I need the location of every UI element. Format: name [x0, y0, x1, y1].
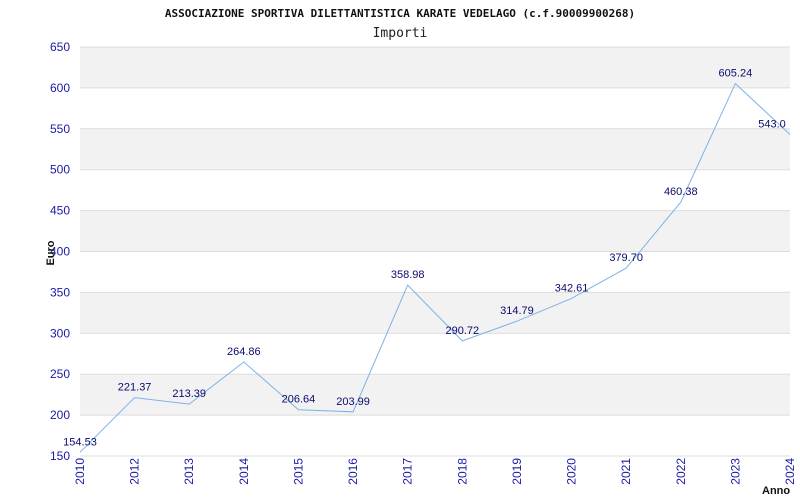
data-label: 543.0 — [758, 119, 786, 131]
grid-band — [80, 128, 790, 170]
x-tick-label: 2017 — [401, 458, 415, 485]
data-label: 358.98 — [391, 269, 425, 281]
grid-band — [80, 415, 790, 456]
y-tick-label: 600 — [50, 81, 70, 95]
grid-band — [80, 87, 790, 129]
grid-band — [80, 333, 790, 375]
x-tick-label: 2021 — [619, 458, 633, 485]
data-label: 605.24 — [719, 68, 753, 80]
data-label: 221.37 — [118, 382, 152, 394]
x-tick-label: 2020 — [565, 458, 579, 485]
x-tick-label: 2023 — [728, 458, 742, 485]
y-tick-label: 450 — [50, 204, 70, 218]
x-tick-label: 2015 — [291, 458, 305, 485]
y-axis-label: Euro — [45, 240, 57, 265]
chart-title: ASSOCIAZIONE SPORTIVA DILETTANTISTICA KA… — [165, 7, 635, 20]
x-tick-label: 2019 — [510, 458, 524, 485]
y-tick-label: 350 — [50, 285, 70, 299]
data-label: 290.72 — [445, 325, 479, 337]
x-axis-ticks: 2010 2012 2013 2014 2015 2016 2017 2018 2019 2020… — [73, 458, 797, 485]
y-tick-label: 250 — [50, 367, 70, 381]
y-tick-label: 150 — [50, 449, 70, 463]
x-tick-label: 2016 — [346, 458, 360, 485]
data-label: 213.39 — [172, 388, 206, 400]
y-tick-label: 500 — [50, 163, 70, 177]
y-tick-label: 300 — [50, 326, 70, 340]
grid-band — [80, 251, 790, 293]
x-tick-label: 2024 — [783, 458, 797, 485]
y-tick-label: 550 — [50, 122, 70, 136]
data-label: 154.53 — [63, 436, 97, 448]
x-tick-label: 2013 — [182, 458, 196, 485]
x-tick-label: 2018 — [455, 458, 469, 485]
data-label: 203.99 — [336, 396, 370, 408]
chart-subtitle: Importi — [373, 26, 428, 41]
data-label: 342.61 — [555, 282, 589, 294]
y-tick-label: 200 — [50, 408, 70, 422]
y-tick-label: 650 — [50, 40, 70, 54]
line-chart: ASSOCIAZIONE SPORTIVA DILETTANTISTICA KA… — [45, 7, 797, 497]
x-tick-label: 2010 — [73, 458, 87, 485]
x-tick-label: 2014 — [237, 458, 251, 485]
x-tick-label: 2012 — [128, 458, 142, 485]
grid-band — [80, 47, 790, 88]
data-label: 206.64 — [282, 394, 316, 406]
data-label: 460.38 — [664, 186, 698, 198]
data-label: 314.79 — [500, 305, 534, 317]
data-label: 379.70 — [609, 252, 643, 264]
x-axis-label: Anno — [762, 485, 790, 497]
data-label: 264.86 — [227, 346, 261, 358]
grid-band — [80, 210, 790, 252]
x-tick-label: 2022 — [674, 458, 688, 485]
